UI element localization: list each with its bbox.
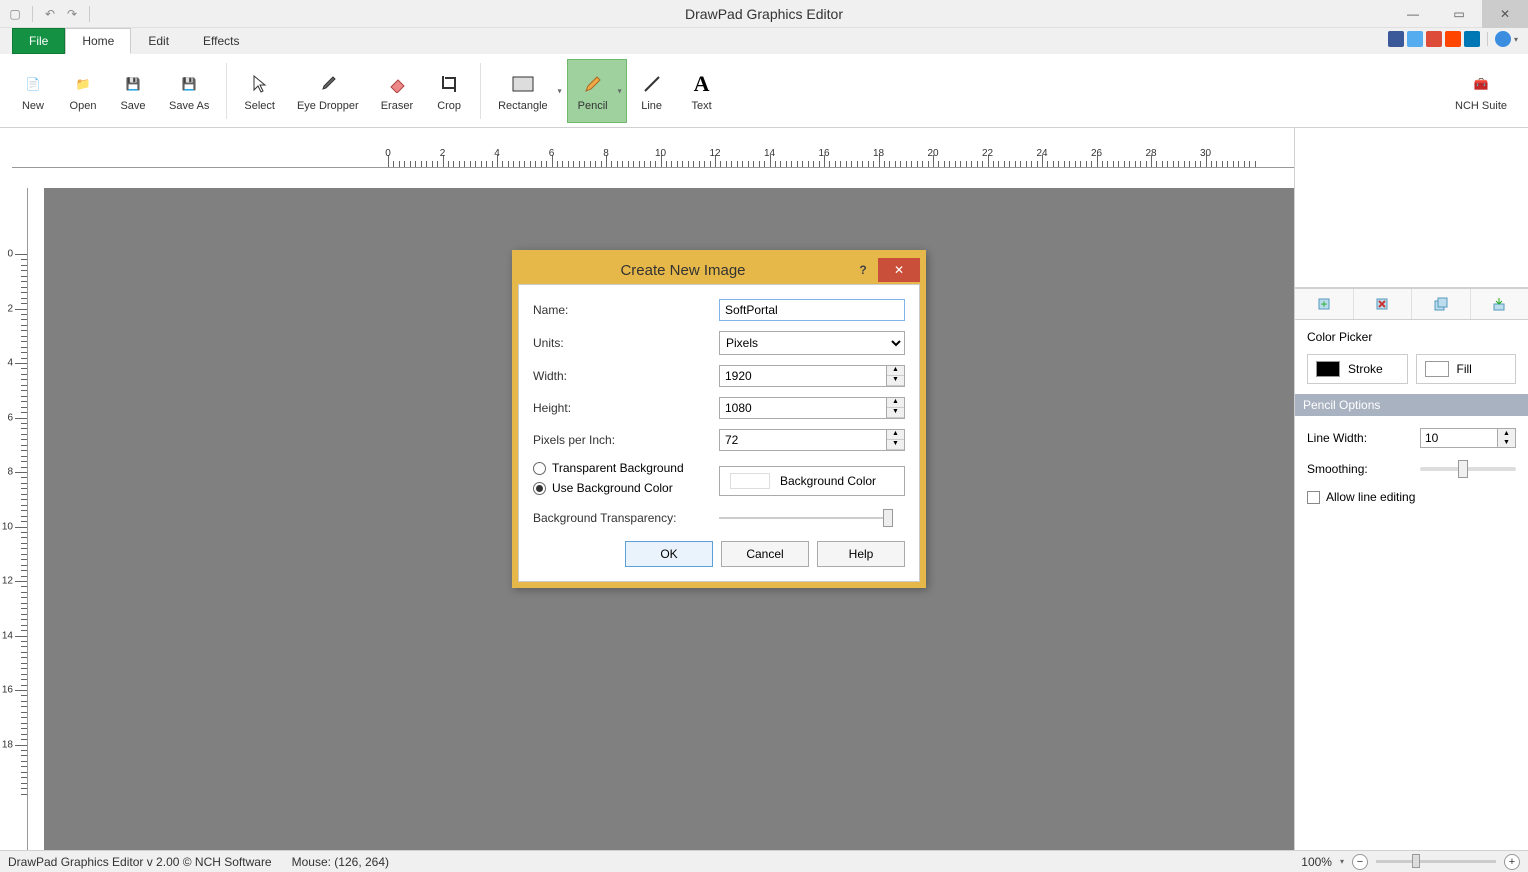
- use-bg-color-radio[interactable]: Use Background Color: [533, 481, 719, 495]
- tab-effects[interactable]: Effects: [186, 28, 256, 54]
- stumble-icon[interactable]: [1445, 31, 1461, 47]
- layer-delete-button[interactable]: [1354, 289, 1413, 319]
- maximize-button[interactable]: ▭: [1436, 0, 1482, 28]
- minimize-button[interactable]: —: [1390, 0, 1436, 28]
- help-icon[interactable]: [1495, 31, 1511, 47]
- dialog-close-button[interactable]: ✕: [878, 258, 920, 282]
- zoom-out-button[interactable]: −: [1352, 854, 1368, 870]
- redo-button[interactable]: ↷: [63, 5, 81, 23]
- new-button[interactable]: 📄New: [8, 59, 58, 123]
- zoom-in-button[interactable]: +: [1504, 854, 1520, 870]
- select-tool[interactable]: Select: [233, 59, 286, 123]
- tab-file[interactable]: File: [12, 28, 65, 54]
- rectangle-tool[interactable]: Rectangle: [487, 59, 567, 123]
- side-panel: + Color Picker Stroke Fill Pencil Option…: [1294, 128, 1528, 850]
- bg-transparency-slider[interactable]: [719, 517, 893, 519]
- facebook-icon[interactable]: [1388, 31, 1404, 47]
- status-mouse: Mouse: (126, 264): [292, 855, 389, 869]
- saveas-button[interactable]: 💾Save As: [158, 59, 220, 123]
- ppi-input[interactable]: ▲▼: [719, 429, 905, 451]
- line-tool[interactable]: Line: [627, 59, 677, 123]
- save-button[interactable]: 💾Save: [108, 59, 158, 123]
- zoom-slider[interactable]: [1376, 860, 1496, 863]
- cancel-button[interactable]: Cancel: [721, 541, 809, 567]
- pencil-tool[interactable]: Pencil: [567, 59, 627, 123]
- bg-color-button[interactable]: Background Color: [719, 466, 905, 496]
- status-bar: DrawPad Graphics Editor v 2.00 © NCH Sof…: [0, 850, 1528, 872]
- width-input[interactable]: ▲▼: [719, 365, 905, 387]
- linkedin-icon[interactable]: [1464, 31, 1480, 47]
- ok-button[interactable]: OK: [625, 541, 713, 567]
- height-input[interactable]: ▲▼: [719, 397, 905, 419]
- text-tool[interactable]: AText: [677, 59, 727, 123]
- tab-home[interactable]: Home: [65, 28, 131, 54]
- layer-add-button[interactable]: +: [1295, 289, 1354, 319]
- help-button[interactable]: Help: [817, 541, 905, 567]
- window-title: DrawPad Graphics Editor: [685, 6, 843, 22]
- stroke-color[interactable]: Stroke: [1307, 354, 1408, 384]
- menu-tabs: File Home Edit Effects ▾: [0, 28, 1528, 54]
- crop-tool[interactable]: Crop: [424, 59, 474, 123]
- app-icon: ▢: [6, 5, 24, 23]
- open-button[interactable]: 📁Open: [58, 59, 108, 123]
- color-picker-section: Color Picker Stroke Fill: [1295, 320, 1528, 394]
- eraser-tool[interactable]: Eraser: [370, 59, 424, 123]
- name-input[interactable]: [719, 299, 905, 321]
- linewidth-input[interactable]: ▲▼: [1420, 428, 1516, 448]
- dialog-help-button[interactable]: ?: [848, 258, 878, 282]
- ribbon: 📄New 📁Open 💾Save 💾Save As Select Eye Dro…: [0, 54, 1528, 128]
- close-button[interactable]: ✕: [1482, 0, 1528, 28]
- allow-line-editing-checkbox[interactable]: Allow line editing: [1307, 490, 1516, 504]
- eyedropper-tool[interactable]: Eye Dropper: [286, 59, 370, 123]
- options-header: Pencil Options: [1295, 394, 1528, 416]
- titlebar: ▢ ↶ ↷ DrawPad Graphics Editor — ▭ ✕: [0, 0, 1528, 28]
- twitter-icon[interactable]: [1407, 31, 1423, 47]
- tab-edit[interactable]: Edit: [131, 28, 186, 54]
- undo-button[interactable]: ↶: [41, 5, 59, 23]
- horizontal-ruler: 024681012141618202224262830: [12, 148, 1294, 168]
- layer-merge-button[interactable]: [1471, 289, 1528, 319]
- smoothing-slider[interactable]: [1420, 467, 1516, 471]
- google-icon[interactable]: [1426, 31, 1442, 47]
- fill-color[interactable]: Fill: [1416, 354, 1517, 384]
- smoothing-label: Smoothing:: [1307, 462, 1420, 476]
- transparent-bg-radio[interactable]: Transparent Background: [533, 461, 719, 475]
- layers-list: [1295, 128, 1528, 288]
- layer-duplicate-button[interactable]: [1412, 289, 1471, 319]
- units-select[interactable]: Pixels: [719, 331, 905, 355]
- nchsuite-button[interactable]: 🧰NCH Suite: [1444, 59, 1518, 123]
- svg-text:+: +: [1320, 297, 1327, 311]
- linewidth-label: Line Width:: [1307, 431, 1420, 445]
- dialog-title: Create New Image: [518, 262, 848, 279]
- zoom-value: 100%: [1301, 855, 1332, 869]
- status-version: DrawPad Graphics Editor v 2.00 © NCH Sof…: [8, 855, 272, 869]
- vertical-ruler: 024681012141618: [0, 188, 28, 850]
- create-new-image-dialog: Create New Image ? ✕ Name: Units:Pixels …: [512, 250, 926, 588]
